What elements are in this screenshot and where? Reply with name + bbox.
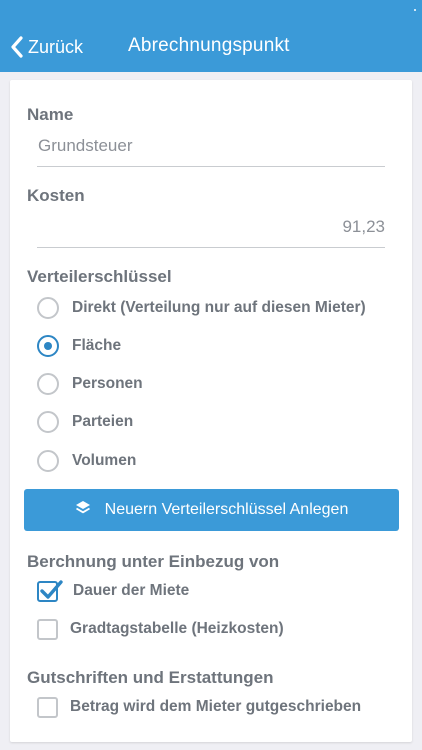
chevron-left-icon: [10, 36, 24, 58]
checkbox-option-dauer[interactable]: Dauer der Miete: [37, 577, 189, 605]
radio-button[interactable]: [37, 373, 59, 395]
checkbox-option-gutschrift[interactable]: Betrag wird dem Mieter gutgeschrieben: [37, 693, 361, 721]
radio-label: Fläche: [72, 337, 122, 354]
radio-option-flaeche[interactable]: Fläche: [37, 332, 121, 360]
kosten-field-underline: [37, 247, 385, 248]
radio-button-selected[interactable]: [37, 335, 59, 357]
gutschriften-label: Gutschriften und Erstattungen: [27, 668, 274, 687]
back-button-label: Zurück: [28, 36, 84, 57]
radio-option-direkt[interactable]: Direkt (Verteilung nur auf diesen Mieter…: [37, 294, 366, 322]
layers-icon: [75, 500, 91, 521]
page-title: Abrechnungspunkt: [128, 35, 290, 56]
checkbox[interactable]: [37, 618, 58, 640]
radio-label: Volumen: [72, 452, 137, 469]
radio-option-parteien[interactable]: Parteien: [37, 408, 133, 436]
kosten-field[interactable]: 91,23: [342, 217, 385, 237]
checkbox-label: Betrag wird dem Mieter gutgeschrieben: [70, 698, 362, 715]
add-button-label: Neuern Verteilerschlüssel Anlegen: [104, 501, 349, 518]
checkbox-label: Dauer der Miete: [73, 582, 190, 599]
radio-label: Parteien: [72, 413, 134, 430]
radio-label: Personen: [72, 375, 143, 392]
checkbox-checked[interactable]: [37, 579, 63, 602]
kosten-label: Kosten: [27, 186, 85, 205]
radio-label: Direkt (Verteilung nur auf diesen Mieter…: [72, 299, 366, 316]
checkbox-option-gradtagstabelle[interactable]: Gradtagstabelle (Heizkosten): [37, 615, 284, 643]
radio-option-volumen[interactable]: Volumen: [37, 447, 136, 475]
name-field-underline: [37, 166, 385, 167]
radio-option-personen[interactable]: Personen: [37, 370, 143, 398]
radio-button[interactable]: [37, 450, 59, 472]
checkbox-label: Gradtagstabelle (Heizkosten): [70, 620, 284, 637]
form-card: Name Grundsteuer Kosten 91,23 Verteilers…: [10, 80, 412, 742]
berechnung-label: Berchnung unter Einbezug von: [27, 552, 280, 571]
navigation-bar: Zurück Abrechnungspunkt: [0, 0, 422, 72]
name-field[interactable]: Grundsteuer: [38, 136, 133, 156]
checkmark-icon: [40, 579, 63, 599]
radio-button[interactable]: [37, 297, 59, 319]
status-indicator: [414, 9, 416, 11]
checkbox[interactable]: [37, 696, 58, 718]
add-verteilerschluessel-button[interactable]: Neuern Verteilerschlüssel Anlegen: [24, 489, 399, 531]
verteilerschluessel-label: Verteilerschlüssel: [27, 267, 172, 286]
back-button[interactable]: Zurück: [10, 32, 83, 62]
name-label: Name: [27, 105, 74, 124]
radio-button[interactable]: [37, 411, 59, 433]
